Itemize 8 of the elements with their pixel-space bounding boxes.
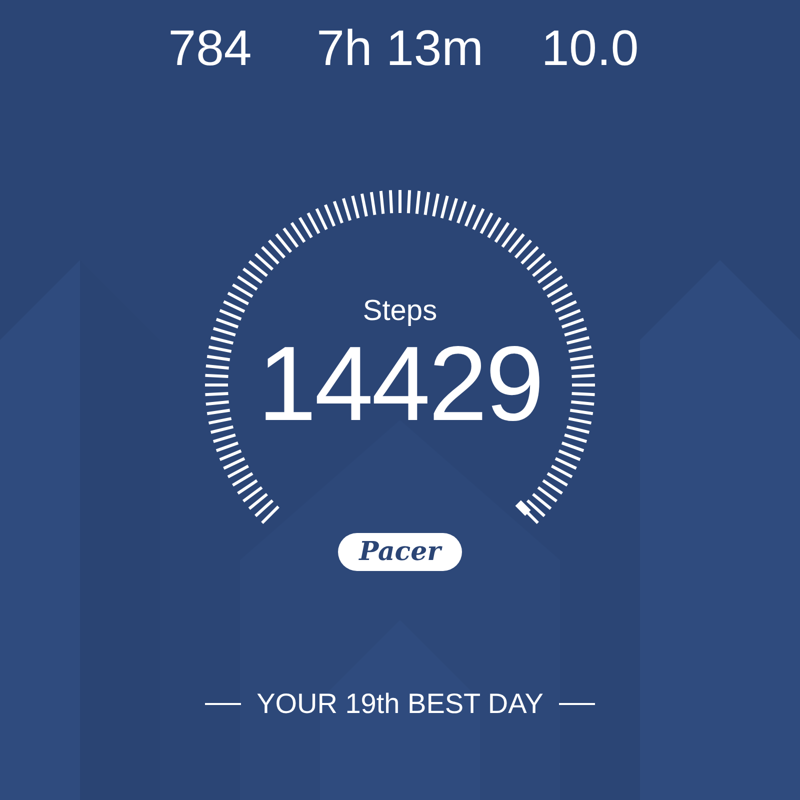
steps-count: 14429 <box>258 329 542 439</box>
stat-value: 784 <box>168 19 252 78</box>
stat-value: 7h 13m <box>316 19 484 78</box>
steps-label: Steps <box>362 294 438 329</box>
stat-value: 10.0 <box>541 19 639 78</box>
pacer-logo: Pacer <box>338 533 462 571</box>
best-day-caption: YOUR 19th BEST DAY <box>256 687 544 721</box>
gauge-marker-icon <box>515 500 531 516</box>
